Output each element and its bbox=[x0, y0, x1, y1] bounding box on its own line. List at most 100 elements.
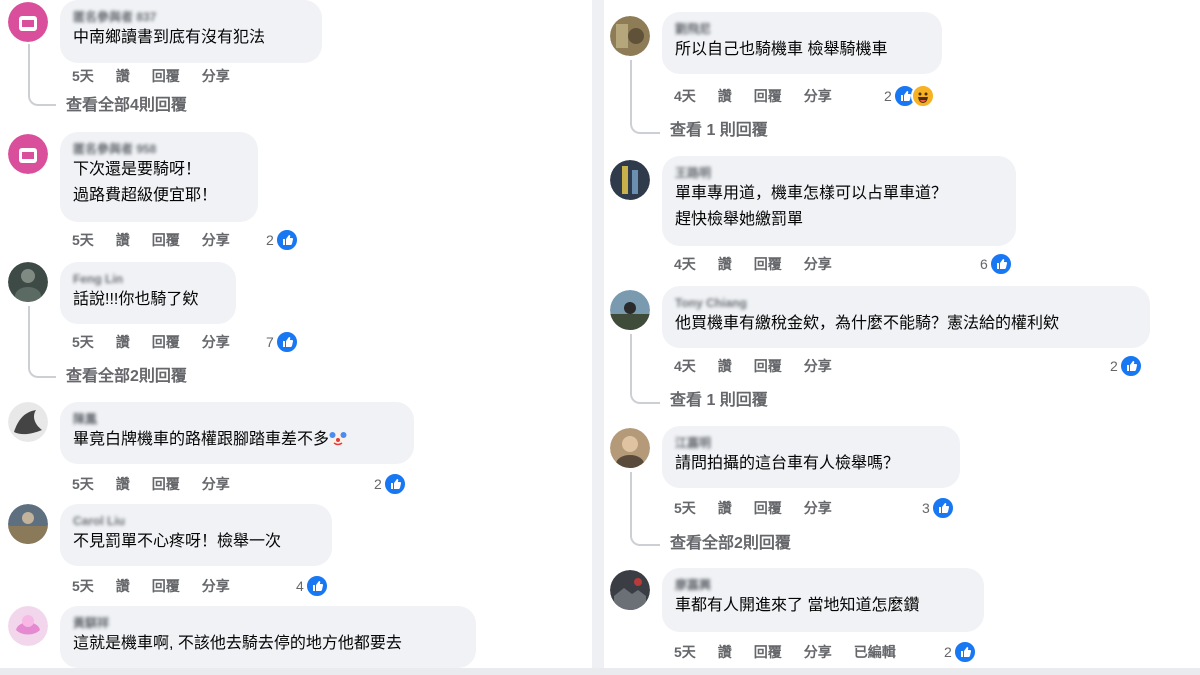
share-button[interactable]: 分享 bbox=[804, 356, 832, 376]
avatar[interactable] bbox=[610, 428, 650, 468]
reaction-count[interactable]: 2 bbox=[266, 228, 299, 253]
view-replies-link[interactable]: 查看全部2則回覆 bbox=[670, 533, 791, 555]
comment-bubble: Feng Lin 話說!!!你也騎了欸 bbox=[60, 262, 236, 324]
like-button[interactable]: 讚 bbox=[718, 642, 732, 662]
like-button[interactable]: 讚 bbox=[718, 356, 732, 376]
commenter-name[interactable]: 陳鳳 bbox=[73, 411, 401, 427]
reply-button[interactable]: 回覆 bbox=[152, 66, 180, 86]
commenter-name[interactable]: Feng Lin bbox=[73, 271, 223, 287]
commenter-name[interactable]: 匿名參與者 958 bbox=[73, 141, 245, 157]
commenter-name[interactable]: 匿名參與者 837 bbox=[73, 9, 309, 25]
avatar[interactable] bbox=[610, 16, 650, 56]
photo-avatar-icon bbox=[610, 290, 650, 330]
comment-time[interactable]: 5天 bbox=[72, 332, 94, 352]
comment-time[interactable]: 4天 bbox=[674, 356, 696, 376]
comment-time[interactable]: 4天 bbox=[674, 254, 696, 274]
avatar[interactable] bbox=[610, 160, 650, 200]
view-replies-link[interactable]: 查看全部4則回覆 bbox=[66, 95, 187, 117]
comment-time[interactable]: 4天 bbox=[674, 86, 696, 106]
share-button[interactable]: 分享 bbox=[202, 576, 230, 596]
avatar[interactable] bbox=[8, 134, 48, 174]
comment-bubble: 劉飛尼 所以自己也騎機車 檢舉騎機車 bbox=[662, 12, 942, 74]
reply-button[interactable]: 回覆 bbox=[152, 474, 180, 494]
reaction-count[interactable]: 2 bbox=[944, 640, 977, 665]
comment-bubble: 陳鳳 畢竟白牌機車的路權跟腳踏車差不多 bbox=[60, 402, 414, 464]
comment-time[interactable]: 5天 bbox=[674, 498, 696, 518]
avatar[interactable] bbox=[8, 606, 48, 646]
view-replies-link[interactable]: 查看 1 則回覆 bbox=[670, 390, 768, 412]
reply-button[interactable]: 回覆 bbox=[152, 332, 180, 352]
commenter-name[interactable]: 王路明 bbox=[675, 165, 1003, 181]
panel-divider bbox=[592, 0, 604, 675]
like-button[interactable]: 讚 bbox=[116, 332, 130, 352]
comment-actions: 4天 讚 回覆 分享 bbox=[674, 356, 854, 376]
reply-button[interactable]: 回覆 bbox=[152, 230, 180, 250]
edited-label: 已編輯 bbox=[853, 644, 896, 660]
photo-avatar-icon bbox=[610, 16, 650, 56]
reaction-number: 2 bbox=[1110, 358, 1118, 375]
comment-time[interactable]: 5天 bbox=[674, 642, 696, 662]
like-button[interactable]: 讚 bbox=[718, 254, 732, 274]
commenter-name[interactable]: Tony Chiang bbox=[675, 295, 1137, 311]
like-button[interactable]: 讚 bbox=[116, 66, 130, 86]
share-button[interactable]: 分享 bbox=[804, 254, 832, 274]
comment-time[interactable]: 5天 bbox=[72, 474, 94, 494]
comment-time[interactable]: 5天 bbox=[72, 576, 94, 596]
reply-button[interactable]: 回覆 bbox=[754, 254, 782, 274]
reaction-count[interactable]: 2 bbox=[884, 84, 935, 109]
reaction-number: 3 bbox=[922, 500, 930, 517]
avatar[interactable] bbox=[8, 262, 48, 302]
like-button[interactable]: 讚 bbox=[116, 576, 130, 596]
comment-actions: 5天 讚 回覆 分享 bbox=[72, 474, 252, 494]
comment-time[interactable]: 5天 bbox=[72, 230, 94, 250]
like-button[interactable]: 讚 bbox=[718, 498, 732, 518]
comment-text: 他買機車有繳稅金欸，為什麼不能騎？憲法給的權利欸 bbox=[675, 315, 1060, 332]
commenter-name[interactable]: 黃騏祥 bbox=[73, 615, 463, 631]
reaction-count[interactable]: 7 bbox=[266, 330, 299, 355]
photo-avatar-icon bbox=[8, 262, 48, 302]
avatar[interactable] bbox=[610, 570, 650, 610]
like-button[interactable]: 讚 bbox=[116, 230, 130, 250]
reply-button[interactable]: 回覆 bbox=[754, 642, 782, 662]
photo-avatar-icon bbox=[8, 402, 48, 442]
reply-button[interactable]: 回覆 bbox=[152, 576, 180, 596]
reply-button[interactable]: 回覆 bbox=[754, 86, 782, 106]
share-button[interactable]: 分享 bbox=[804, 86, 832, 106]
share-button[interactable]: 分享 bbox=[804, 498, 832, 518]
share-button[interactable]: 分享 bbox=[202, 230, 230, 250]
reaction-number: 2 bbox=[884, 88, 892, 105]
comment-text: 所以自己也騎機車 檢舉騎機車 bbox=[675, 41, 888, 58]
avatar[interactable] bbox=[610, 290, 650, 330]
comment-text: 趕快檢舉她繳罰單 bbox=[675, 211, 804, 228]
avatar[interactable] bbox=[8, 504, 48, 544]
reaction-count[interactable]: 4 bbox=[296, 574, 329, 599]
commenter-name[interactable]: 廖嘉興 bbox=[675, 577, 971, 593]
view-replies-link[interactable]: 查看全部2則回覆 bbox=[66, 366, 187, 388]
view-replies-link[interactable]: 查看 1 則回覆 bbox=[670, 120, 768, 142]
avatar[interactable] bbox=[8, 2, 48, 42]
reaction-number: 2 bbox=[374, 476, 382, 493]
like-button[interactable]: 讚 bbox=[718, 86, 732, 106]
reaction-count[interactable]: 2 bbox=[374, 472, 407, 497]
share-button[interactable]: 分享 bbox=[202, 332, 230, 352]
avatar[interactable] bbox=[8, 402, 48, 442]
comment-time[interactable]: 5天 bbox=[72, 66, 94, 86]
like-button[interactable]: 讚 bbox=[116, 474, 130, 494]
commenter-name[interactable]: 江嘉明 bbox=[675, 435, 947, 451]
haha-reaction-icon bbox=[910, 84, 935, 109]
share-button[interactable]: 分享 bbox=[202, 474, 230, 494]
reply-button[interactable]: 回覆 bbox=[754, 356, 782, 376]
commenter-name[interactable]: Carol Liu bbox=[73, 513, 319, 529]
comment-bubble: 匿名參與者 958 下次還是要騎呀！ 過路費超級便宜耶！ bbox=[60, 132, 258, 222]
reaction-count[interactable]: 6 bbox=[980, 252, 1013, 277]
share-button[interactable]: 分享 bbox=[202, 66, 230, 86]
comment-actions: 5天 讚 回覆 分享 bbox=[72, 66, 252, 86]
reply-button[interactable]: 回覆 bbox=[754, 498, 782, 518]
thread-line bbox=[630, 334, 660, 404]
share-button[interactable]: 分享 bbox=[804, 642, 832, 662]
comment-text: 話說!!!你也騎了欸 bbox=[73, 291, 199, 308]
reaction-count[interactable]: 2 bbox=[1110, 354, 1143, 379]
bottom-edge bbox=[0, 668, 1200, 675]
reaction-count[interactable]: 3 bbox=[922, 496, 955, 521]
commenter-name[interactable]: 劉飛尼 bbox=[675, 21, 929, 37]
